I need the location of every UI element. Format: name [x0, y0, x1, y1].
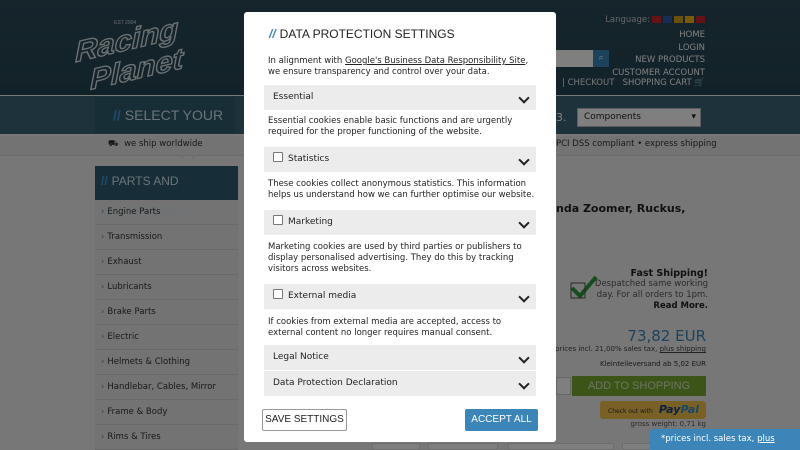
accordion-statistics[interactable]: Statistics [264, 147, 536, 172]
accordion-data-protection[interactable]: Data Protection Declaration [264, 371, 536, 396]
statistics-checkbox[interactable] [273, 152, 283, 162]
accept-all-button[interactable]: ACCEPT ALL [465, 409, 538, 431]
chevron-down-icon [518, 378, 530, 390]
chevron-down-icon [518, 291, 530, 303]
google-policy-link[interactable]: Google's Business Data Responsibility Si… [345, 56, 525, 66]
chevron-down-icon [518, 217, 530, 229]
chevron-down-icon [518, 352, 530, 364]
accordion-external-media[interactable]: External media [264, 284, 536, 309]
external-media-checkbox[interactable] [273, 289, 283, 299]
accordion-marketing[interactable]: Marketing [264, 210, 536, 235]
chevron-down-icon [518, 154, 530, 166]
external-media-description: If cookies from external media are accep… [268, 317, 502, 338]
save-settings-button[interactable]: SAVE SETTINGS [262, 409, 347, 431]
accordion-essential[interactable]: Essential [264, 85, 536, 110]
marketing-description: Marketing cookies are used by third part… [268, 242, 522, 274]
accordion-legal-notice[interactable]: Legal Notice [264, 345, 536, 370]
statistics-description: These cookies collect anonymous statisti… [268, 179, 535, 200]
marketing-checkbox[interactable] [273, 215, 283, 225]
modal-intro: In alignment with Google's Business Data… [268, 56, 529, 77]
chevron-down-icon [518, 92, 530, 104]
data-protection-modal: //DATA PROTECTION SETTINGS In alignment … [244, 12, 556, 442]
price-note-banner: *prices incl. sales tax, plus shipping [650, 429, 800, 450]
essential-description: Essential cookies enable basic functions… [268, 116, 513, 137]
modal-title: //DATA PROTECTION SETTINGS [269, 27, 455, 41]
